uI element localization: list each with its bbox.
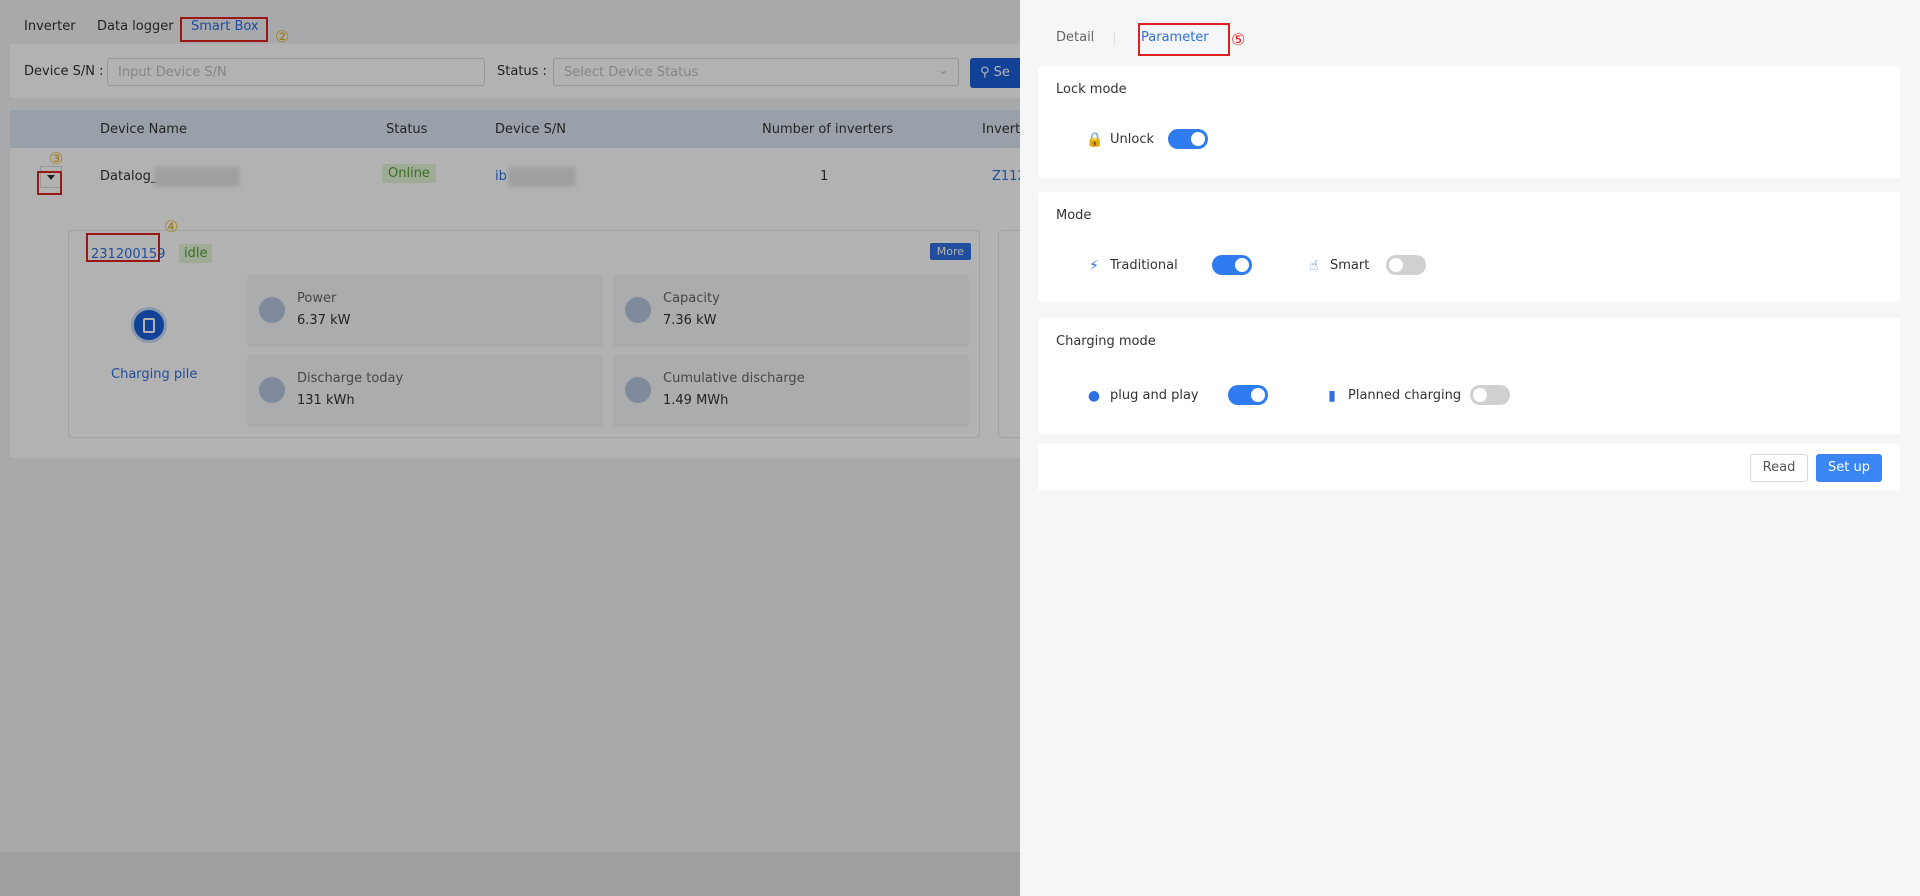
tab-detail[interactable]: Detail — [1056, 30, 1094, 45]
action-bar: Read Set up — [1038, 444, 1900, 490]
traditional-label: Traditional — [1110, 258, 1178, 273]
smart-toggle[interactable] — [1386, 255, 1426, 275]
toggle-knob — [1389, 258, 1403, 272]
read-button[interactable]: Read — [1750, 454, 1808, 482]
toggle-knob — [1235, 258, 1249, 272]
lock-mode-panel: Lock mode 🔒 Unlock — [1038, 66, 1900, 178]
highlight-box-parameter — [1138, 23, 1230, 56]
hand-pointer-icon: ☝ — [1309, 258, 1319, 274]
smart-label: Smart — [1330, 258, 1370, 273]
plug-icon: ● — [1087, 388, 1101, 404]
toggle-knob — [1191, 132, 1205, 146]
toggle-knob — [1473, 388, 1487, 402]
charging-mode-panel: Charging mode ● plug and play ▮ Planned … — [1038, 318, 1900, 434]
background-page: Inverter Data logger Smart Box ② Device … — [0, 0, 1020, 896]
fuel-pump-icon: ▮ — [1328, 388, 1336, 404]
unlock-label: Unlock — [1110, 132, 1154, 147]
parameter-drawer: Detail Parameter ⑤ Lock mode 🔒 Unlock Mo… — [1020, 0, 1920, 896]
lock-icon: 🔒 — [1086, 132, 1104, 148]
planned-charging-toggle[interactable] — [1470, 385, 1510, 405]
tab-divider — [1114, 32, 1115, 46]
step-marker-5: ⑤ — [1231, 30, 1246, 49]
charging-mode-title: Charging mode — [1056, 334, 1156, 349]
set-up-button[interactable]: Set up — [1816, 454, 1882, 482]
lock-mode-title: Lock mode — [1056, 82, 1127, 97]
unlock-toggle[interactable] — [1168, 129, 1208, 149]
planned-charging-label: Planned charging — [1348, 388, 1462, 403]
toggle-knob — [1251, 388, 1265, 402]
overlay-footer-strip — [0, 852, 1020, 896]
plug-and-play-toggle[interactable] — [1228, 385, 1268, 405]
flash-icon: ⚡ — [1089, 258, 1099, 274]
plug-and-play-label: plug and play — [1110, 388, 1199, 403]
mode-panel: Mode ⚡ Traditional ☝ Smart — [1038, 192, 1900, 302]
mode-title: Mode — [1056, 208, 1092, 223]
traditional-toggle[interactable] — [1212, 255, 1252, 275]
modal-overlay[interactable] — [0, 0, 1020, 896]
